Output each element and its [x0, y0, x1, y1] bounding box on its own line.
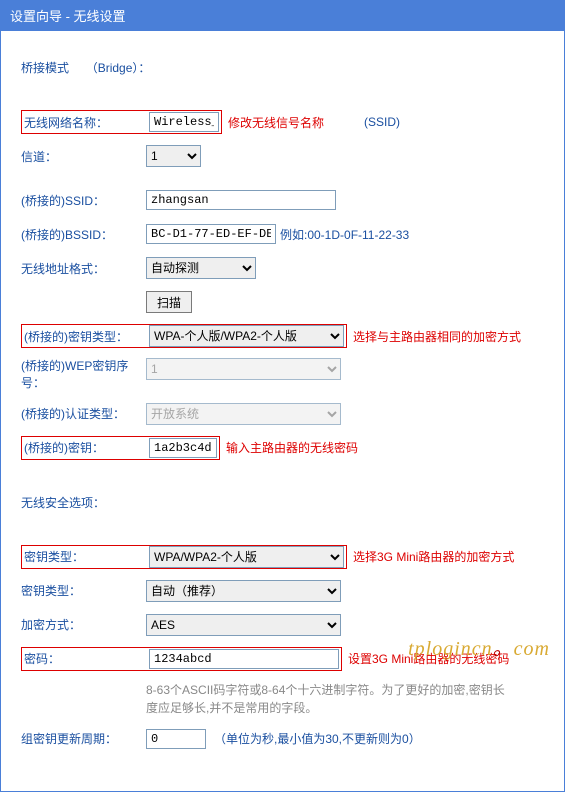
channel-select[interactable]: 1: [146, 145, 201, 167]
bridged-key-row: (桥接的)密钥： 输入主路由器的无线密码: [21, 436, 544, 460]
addr-format-row: 无线地址格式： 自动探测: [21, 256, 544, 280]
enc-method-select[interactable]: AES: [146, 614, 341, 636]
bridge-mode-label: 桥接模式: [21, 61, 69, 75]
wep-index-select: 1: [146, 358, 341, 380]
keytype-select[interactable]: WPA/WPA2-个人版: [149, 546, 344, 568]
bridged-key-label: (桥接的)密钥：: [24, 439, 149, 456]
bridge-mode-value: （Bridge）：: [86, 61, 151, 75]
bridged-ssid-label: (桥接的)SSID：: [21, 192, 146, 209]
ssid-note: 修改无线信号名称: [228, 114, 324, 131]
enc-method-label: 加密方式：: [21, 616, 146, 633]
header-title: 设置向导 - 无线设置: [10, 9, 126, 24]
bridged-ssid-input[interactable]: [146, 190, 336, 210]
keytype2-row: 密钥类型： 自动（推荐）: [21, 579, 544, 603]
wep-index-row: (桥接的)WEP密钥序号： 1: [21, 358, 544, 392]
bridged-bssid-example: 例如:00-1D-0F-11-22-33: [280, 226, 409, 243]
bridged-ssid-row: (桥接的)SSID：: [21, 188, 544, 212]
bridged-keytype-row: (桥接的)密钥类型： WPA-个人版/WPA2-个人版 选择与主路由器相同的加密…: [21, 324, 544, 348]
addr-format-label: 无线地址格式：: [21, 260, 146, 277]
bridged-key-input[interactable]: [149, 438, 217, 458]
scan-row: 扫描: [21, 290, 544, 314]
keytype2-select[interactable]: 自动（推荐）: [146, 580, 341, 602]
password-hint: 8-63个ASCII码字符或8-64个十六进制字符。为了更好的加密,密钥长度应足…: [146, 681, 506, 717]
page-header: 设置向导 - 无线设置: [0, 0, 565, 31]
keytype-note: 选择3G Mini路由器的加密方式: [353, 548, 514, 565]
group-key-suffix: （单位为秒,最小值为30,不更新则为0）: [214, 730, 421, 747]
security-option-label: 无线安全选项：: [21, 494, 544, 511]
ssid-label: 无线网络名称：: [24, 114, 149, 131]
addr-format-select[interactable]: 自动探测: [146, 257, 256, 279]
group-key-label: 组密钥更新周期：: [21, 730, 146, 747]
watermark: tplogincn。com: [408, 632, 550, 661]
group-key-input[interactable]: [146, 729, 206, 749]
auth-type-label: (桥接的)认证类型：: [21, 405, 146, 422]
bridge-mode-row: 桥接模式 （Bridge）：: [21, 59, 544, 76]
content-panel: 桥接模式 （Bridge）： 无线网络名称： 修改无线信号名称 (SSID) 信…: [0, 31, 565, 792]
keytype-label: 密钥类型：: [24, 548, 149, 565]
auth-type-select: 开放系统: [146, 403, 341, 425]
channel-row: 信道： 1: [21, 144, 544, 168]
channel-label: 信道：: [21, 148, 146, 165]
keytype-row: 密钥类型： WPA/WPA2-个人版 选择3G Mini路由器的加密方式: [21, 545, 544, 569]
bridged-keytype-note: 选择与主路由器相同的加密方式: [353, 328, 521, 345]
auth-type-row: (桥接的)认证类型： 开放系统: [21, 402, 544, 426]
bridged-key-note: 输入主路由器的无线密码: [226, 439, 358, 456]
keytype2-label: 密钥类型：: [21, 582, 146, 599]
password-input[interactable]: [149, 649, 339, 669]
scan-button[interactable]: 扫描: [146, 291, 192, 313]
ssid-suffix: (SSID): [364, 115, 400, 129]
wep-index-label: (桥接的)WEP密钥序号：: [21, 358, 146, 392]
bridged-keytype-label: (桥接的)密钥类型：: [24, 328, 149, 345]
bridged-bssid-row: (桥接的)BSSID： 例如:00-1D-0F-11-22-33: [21, 222, 544, 246]
bridged-bssid-label: (桥接的)BSSID：: [21, 226, 146, 243]
ssid-row: 无线网络名称： 修改无线信号名称 (SSID): [21, 110, 544, 134]
password-label: 密码：: [24, 650, 149, 667]
bridged-bssid-input[interactable]: [146, 224, 276, 244]
ssid-input[interactable]: [149, 112, 219, 132]
group-key-row: 组密钥更新周期： （单位为秒,最小值为30,不更新则为0）: [21, 727, 544, 751]
bridged-keytype-select[interactable]: WPA-个人版/WPA2-个人版: [149, 325, 344, 347]
